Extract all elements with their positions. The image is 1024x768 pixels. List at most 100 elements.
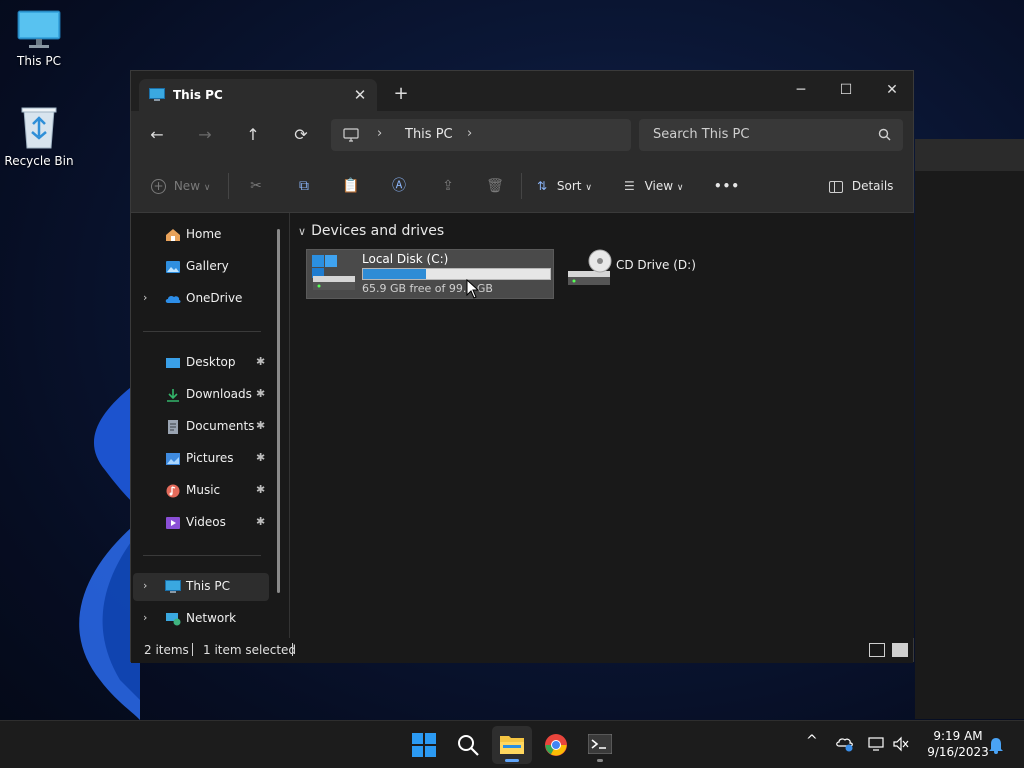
tab-this-pc[interactable]: This PC ✕ <box>139 79 377 111</box>
chevron-down-icon: ∨ <box>203 183 211 193</box>
details-view-toggle-icon[interactable] <box>869 643 885 657</box>
search-box[interactable]: Search This PC <box>639 119 903 151</box>
documents-icon <box>168 420 178 434</box>
tab-close-icon[interactable]: ✕ <box>349 84 371 106</box>
drive-tile-local-disk-c[interactable]: Local Disk (C:) 65.9 GB free of 99.3 GB <box>306 249 554 299</box>
maximize-button[interactable]: ☐ <box>823 75 869 105</box>
group-header-devices-and-drives[interactable]: ∨ Devices and drives <box>298 223 444 239</box>
breadcrumb-chevron-icon[interactable]: › <box>467 126 472 141</box>
onedrive-status-icon[interactable] <box>836 736 854 752</box>
music-icon <box>166 484 180 498</box>
more-options-button[interactable]: ••• <box>714 176 740 196</box>
delete-icon[interactable]: 🗑 <box>484 176 506 196</box>
pin-icon[interactable]: ✱ <box>256 387 265 400</box>
clock-time[interactable]: 9:19 AM <box>918 729 998 743</box>
pin-icon[interactable]: ✱ <box>256 419 265 432</box>
network-icon <box>166 613 181 626</box>
search-icon <box>878 128 891 141</box>
tray-overflow-chevron-icon[interactable]: ^ <box>806 733 818 749</box>
sort-icon: ⇅ <box>537 179 548 193</box>
drive-tile-cd-drive-d[interactable]: CD Drive (D:) <box>566 249 706 299</box>
breadcrumb-this-pc[interactable]: This PC <box>405 127 453 142</box>
expand-chevron-icon[interactable]: › <box>143 579 147 592</box>
nav-item-desktop[interactable]: Desktop ✱ <box>133 349 269 377</box>
terminal-icon <box>588 734 612 754</box>
start-button[interactable] <box>404 726 444 764</box>
drive-name: CD Drive (D:) <box>616 258 696 272</box>
close-button[interactable]: ✕ <box>869 75 915 105</box>
mouse-cursor-icon <box>466 279 480 299</box>
tiles-view-toggle-icon[interactable] <box>892 643 908 657</box>
start-icon <box>412 733 436 757</box>
tab-title: This PC <box>173 88 223 102</box>
refresh-button[interactable]: ⟳ <box>287 123 315 147</box>
recycle-bin-icon <box>21 107 57 149</box>
nav-item-documents[interactable]: Documents ✱ <box>133 413 269 441</box>
collapse-chevron-icon[interactable]: ∨ <box>298 225 306 238</box>
pin-icon[interactable]: ✱ <box>256 451 265 464</box>
view-button[interactable]: ☰ View ∨ <box>624 176 684 196</box>
clock-date[interactable]: 9/16/2023 <box>918 745 998 759</box>
taskbar-chrome[interactable] <box>536 726 576 764</box>
cut-icon[interactable]: ✂ <box>245 176 267 196</box>
nav-item-onedrive[interactable]: › OneDrive <box>133 285 269 313</box>
gallery-icon <box>166 261 180 273</box>
back-button[interactable]: ← <box>143 123 171 147</box>
network-status-icon[interactable] <box>868 736 886 752</box>
pin-icon[interactable]: ✱ <box>256 515 265 528</box>
monitor-icon <box>17 10 61 48</box>
drive-usage-fill <box>363 269 426 279</box>
nav-item-network[interactable]: › Network <box>133 605 269 633</box>
desktop-icon-recycle-bin[interactable]: Recycle Bin <box>1 106 77 168</box>
search-input[interactable]: Search This PC <box>653 127 749 142</box>
content-area: ∨ Devices and drives Local Disk (C:) 65.9… <box>290 213 914 638</box>
this-pc-icon <box>149 88 165 101</box>
nav-item-music[interactable]: Music ✱ <box>133 477 269 505</box>
drive-usage-bar <box>362 268 551 280</box>
desktop-icon-label: This PC <box>17 54 61 68</box>
nav-label: Videos <box>186 515 226 529</box>
up-button[interactable]: ↑ <box>239 123 267 147</box>
nav-item-this-pc[interactable]: › This PC <box>133 573 269 601</box>
nav-item-downloads[interactable]: Downloads ✱ <box>133 381 269 409</box>
nav-label: Desktop <box>186 355 236 369</box>
status-divider <box>192 643 193 656</box>
sort-button[interactable]: ⇅ Sort ∨ <box>537 176 592 196</box>
expand-chevron-icon[interactable]: › <box>143 611 147 624</box>
pin-icon[interactable]: ✱ <box>256 355 265 368</box>
forward-button[interactable]: → <box>191 123 219 147</box>
nav-label: Documents <box>186 419 255 433</box>
volume-muted-icon[interactable] <box>892 736 910 752</box>
copy-icon[interactable]: ⧉ <box>293 176 315 196</box>
share-icon[interactable]: ⇪ <box>437 176 459 196</box>
pin-icon[interactable]: ✱ <box>256 483 265 496</box>
group-title: Devices and drives <box>311 223 445 239</box>
divider <box>228 173 229 199</box>
new-button[interactable]: + New ∨ <box>151 176 210 196</box>
rename-icon[interactable]: Ⓐ <box>388 176 410 196</box>
nav-label: Downloads <box>186 387 252 401</box>
taskbar-file-explorer[interactable] <box>492 726 532 764</box>
notification-bell-icon[interactable] <box>988 736 1004 754</box>
nav-item-gallery[interactable]: Gallery <box>133 253 269 281</box>
nav-item-videos[interactable]: Videos ✱ <box>133 509 269 537</box>
nav-scrollbar[interactable] <box>277 229 280 593</box>
taskbar-terminal[interactable] <box>580 726 620 764</box>
active-app-indicator <box>505 759 519 762</box>
command-bar: + New ∨ ✂ ⧉ 📋 Ⓐ ⇪ 🗑 ⇅ Sort ∨ ☰ View ∨ ••… <box>131 159 913 213</box>
details-button[interactable]: Details <box>829 176 893 196</box>
desktop-icon-this-pc[interactable]: This PC <box>1 10 77 68</box>
nav-item-pictures[interactable]: Pictures ✱ <box>133 445 269 473</box>
address-box[interactable]: › This PC › <box>331 119 631 151</box>
paste-icon[interactable]: 📋 <box>340 176 362 196</box>
desktop-folder-icon <box>166 358 180 368</box>
file-explorer-window: This PC ✕ + ─ ☐ ✕ ← → ↑ ⟳ › This PC › Se… <box>130 70 915 663</box>
minimize-button[interactable]: ─ <box>778 75 824 105</box>
taskbar-search-button[interactable] <box>448 726 488 764</box>
breadcrumb-chevron-icon[interactable]: › <box>377 126 382 141</box>
expand-chevron-icon[interactable]: › <box>143 291 147 304</box>
nav-item-home[interactable]: Home <box>133 221 269 249</box>
search-icon <box>458 735 479 756</box>
new-tab-button[interactable]: + <box>389 83 413 107</box>
details-label: Details <box>851 179 894 193</box>
